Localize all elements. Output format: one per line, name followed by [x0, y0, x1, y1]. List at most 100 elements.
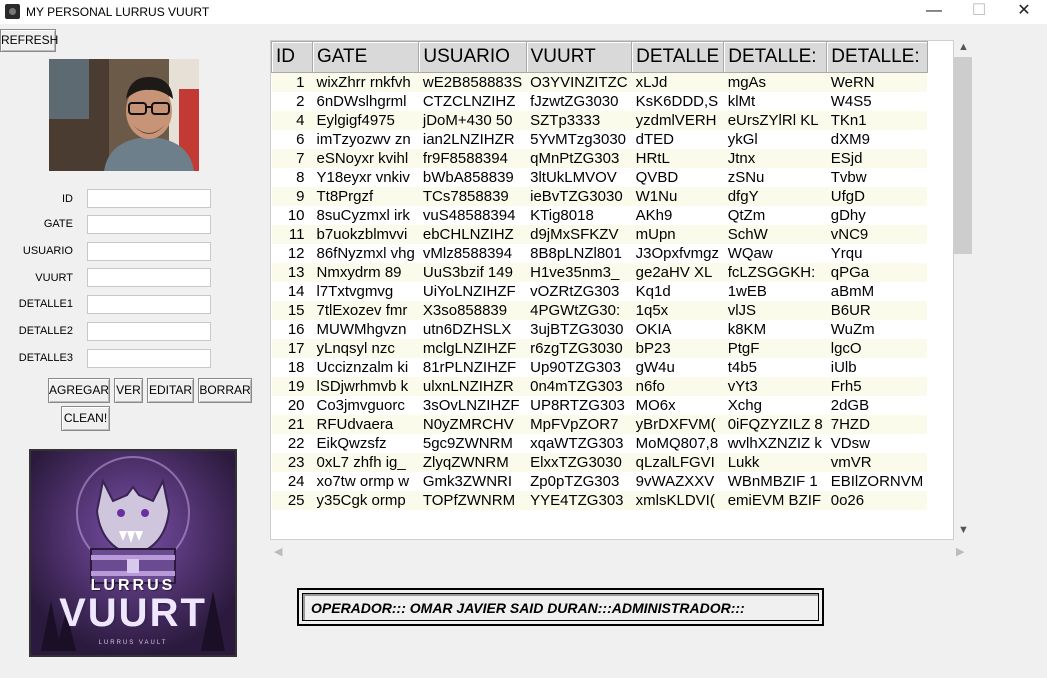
id-field[interactable] — [87, 189, 211, 208]
ver-button[interactable]: VER — [114, 378, 143, 403]
app-icon — [5, 4, 20, 19]
table-cell: EikQwzsfz — [316, 435, 387, 452]
scroll-down-icon[interactable]: ▼ — [958, 524, 969, 536]
table-cell: QtZm — [727, 207, 766, 224]
table-cell: yBrDXFVM( — [631, 415, 724, 434]
table-cell: 5gc9ZWNRM — [422, 435, 513, 452]
table-cell: PtgF — [723, 339, 827, 358]
table-row[interactable]: 24 xo7tw ormp w Gmk3ZWNRI Zp0pTZG303 9vWAZXX… — [272, 472, 928, 491]
table-row[interactable]: 17 yLnqsyl nzc mclgLNZIHZF r6zgTZG3030 bP23 P… — [271, 339, 928, 358]
table-row[interactable]: 18 Ucciznzalm ki 81rPLNZIHZF Up90TZG303 gW4u… — [272, 358, 928, 377]
column-header-detalle2[interactable]: DETALLE: — [723, 41, 828, 73]
table-row[interactable]: 10 8suCyzmxl irk vuS48588394 KTig8018 AKh9 Qt… — [272, 206, 928, 225]
operator-status: OPERADOR::: OMAR JAVIER SAID DURAN:::ADM… — [297, 588, 824, 626]
table-cell: Lukk — [723, 453, 827, 472]
detalle1-field[interactable] — [87, 295, 211, 314]
table-cell: 1q5x — [631, 301, 724, 320]
table-cell: Nmxydrm 89 — [312, 263, 419, 282]
table-cell: vNC9 — [826, 225, 928, 244]
table-row[interactable]: 23 0xL7 zhfh ig_ ZlyqZWNRM ElxxTZG3030 qLzal… — [271, 453, 928, 472]
table-row[interactable]: 19 lSDjwrhmvb k ulxnLNZIHZR 0n4mTZG303 n6fo v… — [271, 377, 928, 396]
table-cell: UfgD — [826, 187, 928, 206]
table-cell: 20 — [287, 397, 305, 414]
table-cell: O3YVINZITZC — [526, 72, 632, 92]
refresh-button[interactable]: REFRESH — [0, 29, 58, 52]
table-row[interactable]: 2 6nDWslhgrml CTZCLNZIHZ fJzwtZG3030 KsK6DDD… — [272, 92, 928, 111]
scroll-left-icon[interactable]: ◀ — [274, 545, 282, 558]
column-header-vuurt[interactable]: VUURT — [525, 41, 633, 73]
table-cell: N0yZMRCHV — [418, 415, 527, 434]
table-row[interactable]: 25 y35Cgk ormp TOPfZWNRM YYE4TZG303 xmlsKLDV… — [271, 491, 928, 510]
table-row[interactable]: 11 b7uokzblmvvi ebCHLNZIHZ d9jMxSFKZV mUpn Sc… — [271, 225, 928, 244]
column-header-detalle3[interactable]: DETALLE: — [826, 41, 928, 73]
table-cell: vlJS — [723, 301, 827, 320]
column-header-id[interactable]: ID — [271, 41, 313, 73]
detalle2-field[interactable] — [87, 322, 211, 341]
records-table: ID GATE USUARIO VUURT DETALLE DETALLE: D… — [271, 41, 928, 510]
table-cell: y35Cgk ormp — [312, 491, 419, 510]
table-row[interactable]: 21 RFUdvaera N0yZMRCHV MpFVpZOR7 yBrDXFVM(0i… — [271, 415, 928, 434]
gate-field[interactable] — [87, 215, 211, 234]
editar-button[interactable]: EDITAR — [147, 378, 194, 403]
table-cell: ElxxTZG3030 — [526, 453, 632, 472]
table-cell: Frh5 — [826, 377, 928, 396]
table-row[interactable]: 13 Nmxydrm 89 UuS3bzif 149 H1ve35nm3_ ge2aHV… — [271, 263, 928, 282]
table-cell: yzdmlVERH — [631, 111, 724, 130]
column-header-usuario[interactable]: USUARIO — [418, 41, 527, 73]
usuario-field[interactable] — [87, 242, 211, 261]
vuurt-field[interactable] — [87, 268, 211, 287]
table-cell: ieBvTZG3030 — [526, 187, 632, 206]
table-row[interactable]: 14 l7Txtvgmvg UiYoLNZIHZF vOZRtZG303 Kq1d 1wE… — [272, 282, 928, 301]
table-cell: t4b5 — [727, 359, 757, 376]
table-row[interactable]: 12 86fNyzmxl vhg vMlz8588394 8B8pLNZl801 J3O… — [272, 244, 928, 263]
table-row[interactable]: 9 Tt8Prgzf TCs7858839 ieBvTZG3030 W1Nu dfgY Uf… — [271, 187, 928, 206]
table-cell: KsK6DDD,S — [635, 93, 719, 110]
table-cell: ESjd — [826, 149, 928, 168]
borrar-button[interactable]: BORRAR — [198, 378, 252, 403]
table-cell: 3sOvLNZIHZF — [422, 397, 520, 414]
table-row[interactable]: 20 Co3jmvguorc 3sOvLNZIHZF UP8RTZG303 MO6x Xc… — [272, 396, 928, 415]
column-header-detalle1[interactable]: DETALLE — [631, 41, 725, 73]
table-cell: yLnqsyl nzc — [312, 339, 419, 358]
table-cell: WQaw — [727, 245, 773, 262]
table-cell: HRtL — [631, 149, 724, 168]
table-cell: wE2B858883S — [418, 72, 527, 92]
clean-button[interactable]: CLEAN! — [61, 406, 110, 431]
table-row[interactable]: 22 EikQwzsfz 5gc9ZWNRM xqaWTZG303 MoMQ807,8 w… — [272, 434, 928, 453]
table-row[interactable]: 16 MUWMhgvzn utn6DZHSLX 3ujBTZG3030 OKIA k8KM… — [272, 320, 928, 339]
table-cell: vYt3 — [723, 377, 827, 396]
table-row[interactable]: 4 Eylgigf4975 jDoM+430 50 SZTp3333 yzdmlVERH… — [271, 111, 928, 130]
table-cell: 25 — [271, 491, 313, 510]
table-cell: TOPfZWNRM — [418, 491, 527, 510]
maximize-button[interactable]: ☐ — [956, 0, 1002, 24]
detalle3-field[interactable] — [87, 349, 211, 368]
table-cell: jDoM+430 50 — [418, 111, 527, 130]
table-cell: aBmM — [830, 283, 875, 300]
agregar-button[interactable]: AGREGAR — [48, 378, 110, 403]
table-cell: Eylgigf4975 — [312, 111, 419, 130]
table-cell: imTzyozwv zn — [316, 131, 411, 148]
table-cell: ZlyqZWNRM — [418, 453, 527, 472]
vertical-scrollbar[interactable]: ▲ ▼ — [954, 40, 972, 538]
close-button[interactable]: ✕ — [1001, 0, 1047, 24]
window-title: MY PERSONAL LURRUS VUURT — [26, 5, 210, 19]
column-header-gate[interactable]: GATE — [311, 41, 420, 73]
scroll-right-icon[interactable]: ▶ — [956, 545, 964, 558]
table-row[interactable]: 6 imTzyozwv zn ian2LNZIHZR 5YvMTzg3030 dTED y… — [272, 130, 928, 149]
table-cell: TKn1 — [826, 111, 928, 130]
table-row[interactable]: 8 Y18eyxr vnkiv bWbA858839 3ltUkLMVOV QVBD zS… — [272, 168, 928, 187]
table-cell: 6nDWslhgrml — [316, 93, 407, 110]
table-cell: 10 — [287, 207, 305, 224]
table-row[interactable]: 7 eSNoyxr kvihl fr9F8588394 qMnPtZG303 HRtL J… — [271, 149, 928, 168]
table-cell: mgAs — [723, 72, 827, 92]
table-cell: 6 — [296, 131, 305, 148]
minimize-button[interactable]: — — [911, 0, 957, 24]
vertical-scroll-thumb[interactable] — [954, 57, 972, 254]
scroll-up-icon[interactable]: ▲ — [958, 41, 969, 53]
operator-status-text: OPERADOR::: OMAR JAVIER SAID DURAN:::ADM… — [302, 593, 819, 621]
table-row[interactable]: 15 7tlExozev fmr X3so858839 4PGWtZG30: 1q5x v… — [271, 301, 928, 320]
table-cell: ulxnLNZIHZR — [418, 377, 527, 396]
table-cell: r6zgTZG3030 — [526, 339, 632, 358]
table-row[interactable]: 1 wixZhrr rnkfvh wE2B858883S O3YVINZITZC xLJ… — [271, 72, 928, 92]
table-cell: zSNu — [727, 169, 765, 186]
